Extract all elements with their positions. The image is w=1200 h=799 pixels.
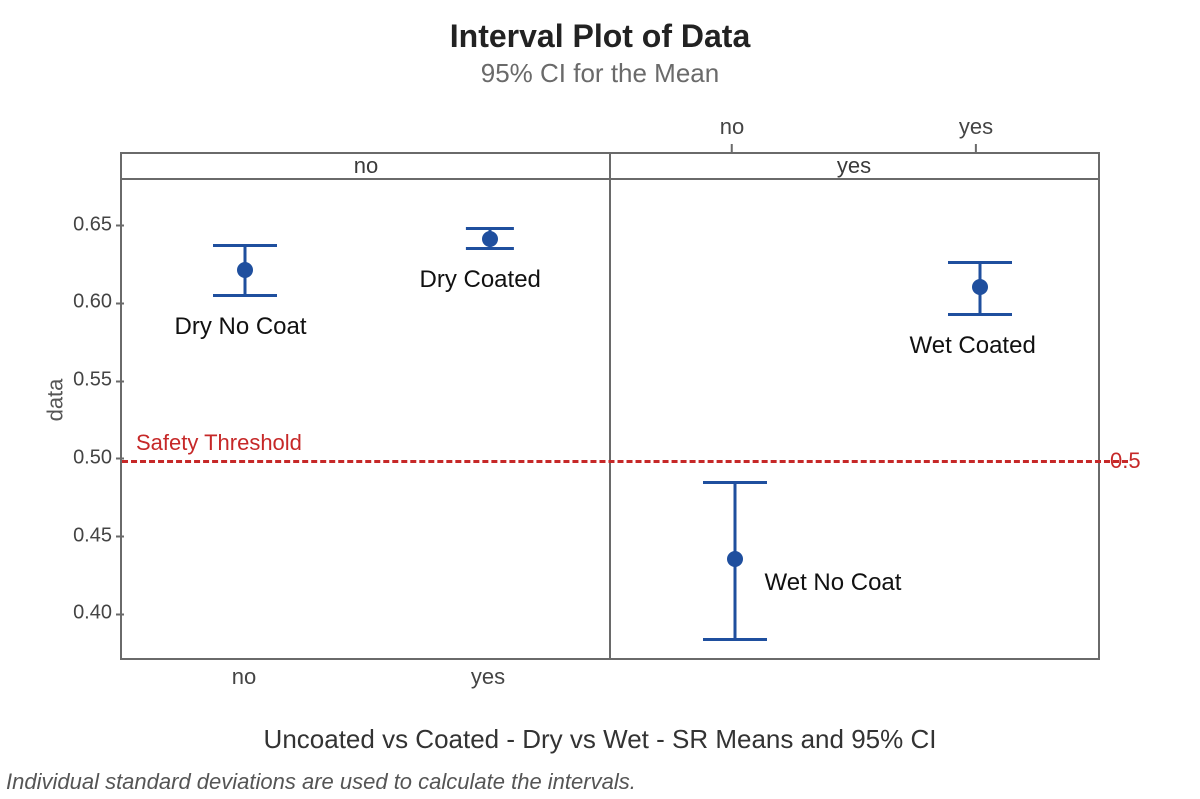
ytick-label: 0.50: [73, 446, 112, 469]
error-bar-cap-bottom: [948, 313, 1012, 316]
top-ext-label-text: yes: [959, 114, 993, 139]
mean-dot: [972, 279, 988, 295]
ytick-mark: [116, 225, 124, 227]
panel-header-left: no: [122, 153, 610, 179]
mean-dot: [482, 231, 498, 247]
top-ext-label-yes: yes: [959, 114, 993, 140]
safety-threshold-value: 0.5: [1110, 448, 1141, 474]
xtick-bottom-yes: yes: [471, 664, 505, 690]
ytick-label: 0.60: [73, 291, 112, 314]
ytick-mark: [116, 302, 124, 304]
ytick-label: 0.40: [73, 602, 112, 625]
top-ext-label-text: no: [720, 114, 744, 139]
ytick-mark: [116, 458, 124, 460]
point-annotation: Wet Coated: [910, 332, 1036, 360]
ytick-label: 0.65: [73, 213, 112, 236]
error-bar-cap-top: [703, 481, 767, 484]
panel-divider: [609, 154, 611, 658]
xtick-bottom-no: no: [232, 664, 256, 690]
mean-dot: [727, 551, 743, 567]
top-ext-label-no: no: [720, 114, 744, 140]
error-bar-cap-bottom: [465, 247, 513, 250]
y-axis-label: data: [42, 378, 68, 421]
ytick-mark: [116, 380, 124, 382]
chart-subtitle: 95% CI for the Mean: [0, 58, 1200, 89]
error-bar-cap-top: [213, 244, 277, 247]
chart-footnote: Individual standard deviations are used …: [6, 769, 636, 795]
safety-threshold-line: [122, 460, 1128, 463]
error-bar-cap-bottom: [213, 294, 277, 297]
point-annotation: Dry Coated: [420, 266, 541, 294]
mean-dot: [237, 262, 253, 278]
plot-area: no yes no yes no yes Safety Threshold 0.…: [120, 152, 1100, 660]
panel-header-right: yes: [610, 153, 1098, 179]
chart-title: Interval Plot of Data: [0, 18, 1200, 55]
ytick-mark: [116, 536, 124, 538]
error-bar-cap-top: [948, 261, 1012, 264]
error-bar-cap-bottom: [703, 638, 767, 641]
point-annotation: Wet No Coat: [765, 569, 902, 597]
ytick-label: 0.45: [73, 524, 112, 547]
ytick-label: 0.55: [73, 369, 112, 392]
ytick-mark: [116, 613, 124, 615]
safety-threshold-label: Safety Threshold: [136, 430, 302, 456]
x-axis-label: Uncoated vs Coated - Dry vs Wet - SR Mea…: [0, 724, 1200, 755]
point-annotation: Dry No Coat: [175, 313, 307, 341]
error-bar-cap-top: [465, 227, 513, 230]
interval-plot: Interval Plot of Data 95% CI for the Mea…: [0, 0, 1200, 799]
top-ext-tick: [975, 144, 977, 152]
top-ext-tick: [731, 144, 733, 152]
